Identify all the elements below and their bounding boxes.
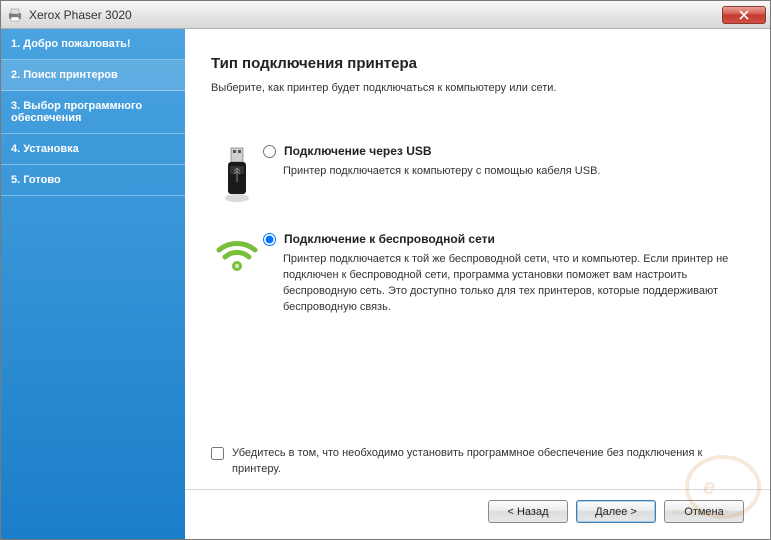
option-usb: Подключение через USB Принтер подключает… — [211, 144, 744, 206]
close-button[interactable] — [722, 6, 766, 24]
option-usb-label[interactable]: Подключение через USB — [284, 144, 432, 158]
option-wifi-desc: Принтер подключается к той же беспроводн… — [263, 252, 744, 316]
wifi-icon — [211, 232, 263, 274]
sidebar-item-label: 1. Добро пожаловать! — [11, 38, 131, 50]
option-wifi-header: Подключение к беспроводной сети — [263, 232, 744, 246]
button-row: < Назад Далее > Отмена — [211, 500, 744, 529]
titlebar: Xerox Phaser 3020 — [1, 1, 770, 29]
printer-icon — [7, 7, 23, 23]
sidebar-item-label: 5. Готово — [11, 174, 61, 186]
separator — [185, 489, 770, 490]
no-connection-row: Убедитесь в том, что необходимо установи… — [211, 446, 744, 477]
checkbox-no-connection[interactable] — [211, 447, 224, 460]
radio-usb[interactable] — [263, 145, 276, 158]
sidebar-item-software[interactable]: 3. Выбор программного обеспечения — [1, 91, 185, 134]
back-button[interactable]: < Назад — [488, 500, 568, 523]
installer-window: Xerox Phaser 3020 1. Добро пожаловать! 2… — [0, 0, 771, 540]
sidebar-item-label: 3. Выбор программного обеспечения — [11, 100, 142, 124]
main-panel: Тип подключения принтера Выберите, как п… — [185, 29, 770, 539]
sidebar-item-search[interactable]: 2. Поиск принтеров — [1, 60, 185, 91]
spacer — [211, 342, 744, 446]
option-wifi-label[interactable]: Подключение к беспроводной сети — [284, 232, 495, 246]
sidebar-item-label: 4. Установка — [11, 143, 79, 155]
radio-wifi[interactable] — [263, 233, 276, 246]
close-icon — [739, 10, 749, 20]
next-button[interactable]: Далее > — [576, 500, 656, 523]
usb-icon — [211, 144, 263, 206]
option-usb-desc: Принтер подключается к компьютеру с помо… — [263, 164, 744, 180]
sidebar-item-label: 2. Поиск принтеров — [11, 69, 118, 81]
option-usb-body: Подключение через USB Принтер подключает… — [263, 144, 744, 180]
sidebar: 1. Добро пожаловать! 2. Поиск принтеров … — [1, 29, 185, 539]
page-title: Тип подключения принтера — [211, 55, 744, 72]
page-subtitle: Выберите, как принтер будет подключаться… — [211, 82, 744, 94]
option-wifi-body: Подключение к беспроводной сети Принтер … — [263, 232, 744, 316]
sidebar-item-welcome[interactable]: 1. Добро пожаловать! — [1, 29, 185, 60]
checkbox-no-connection-label[interactable]: Убедитесь в том, что необходимо установи… — [232, 446, 744, 477]
window-title: Xerox Phaser 3020 — [29, 8, 722, 22]
option-wifi: Подключение к беспроводной сети Принтер … — [211, 232, 744, 316]
sidebar-item-install[interactable]: 4. Установка — [1, 134, 185, 165]
cancel-button[interactable]: Отмена — [664, 500, 744, 523]
option-usb-header: Подключение через USB — [263, 144, 744, 158]
window-body: 1. Добро пожаловать! 2. Поиск принтеров … — [1, 29, 770, 539]
sidebar-item-done[interactable]: 5. Готово — [1, 165, 185, 196]
